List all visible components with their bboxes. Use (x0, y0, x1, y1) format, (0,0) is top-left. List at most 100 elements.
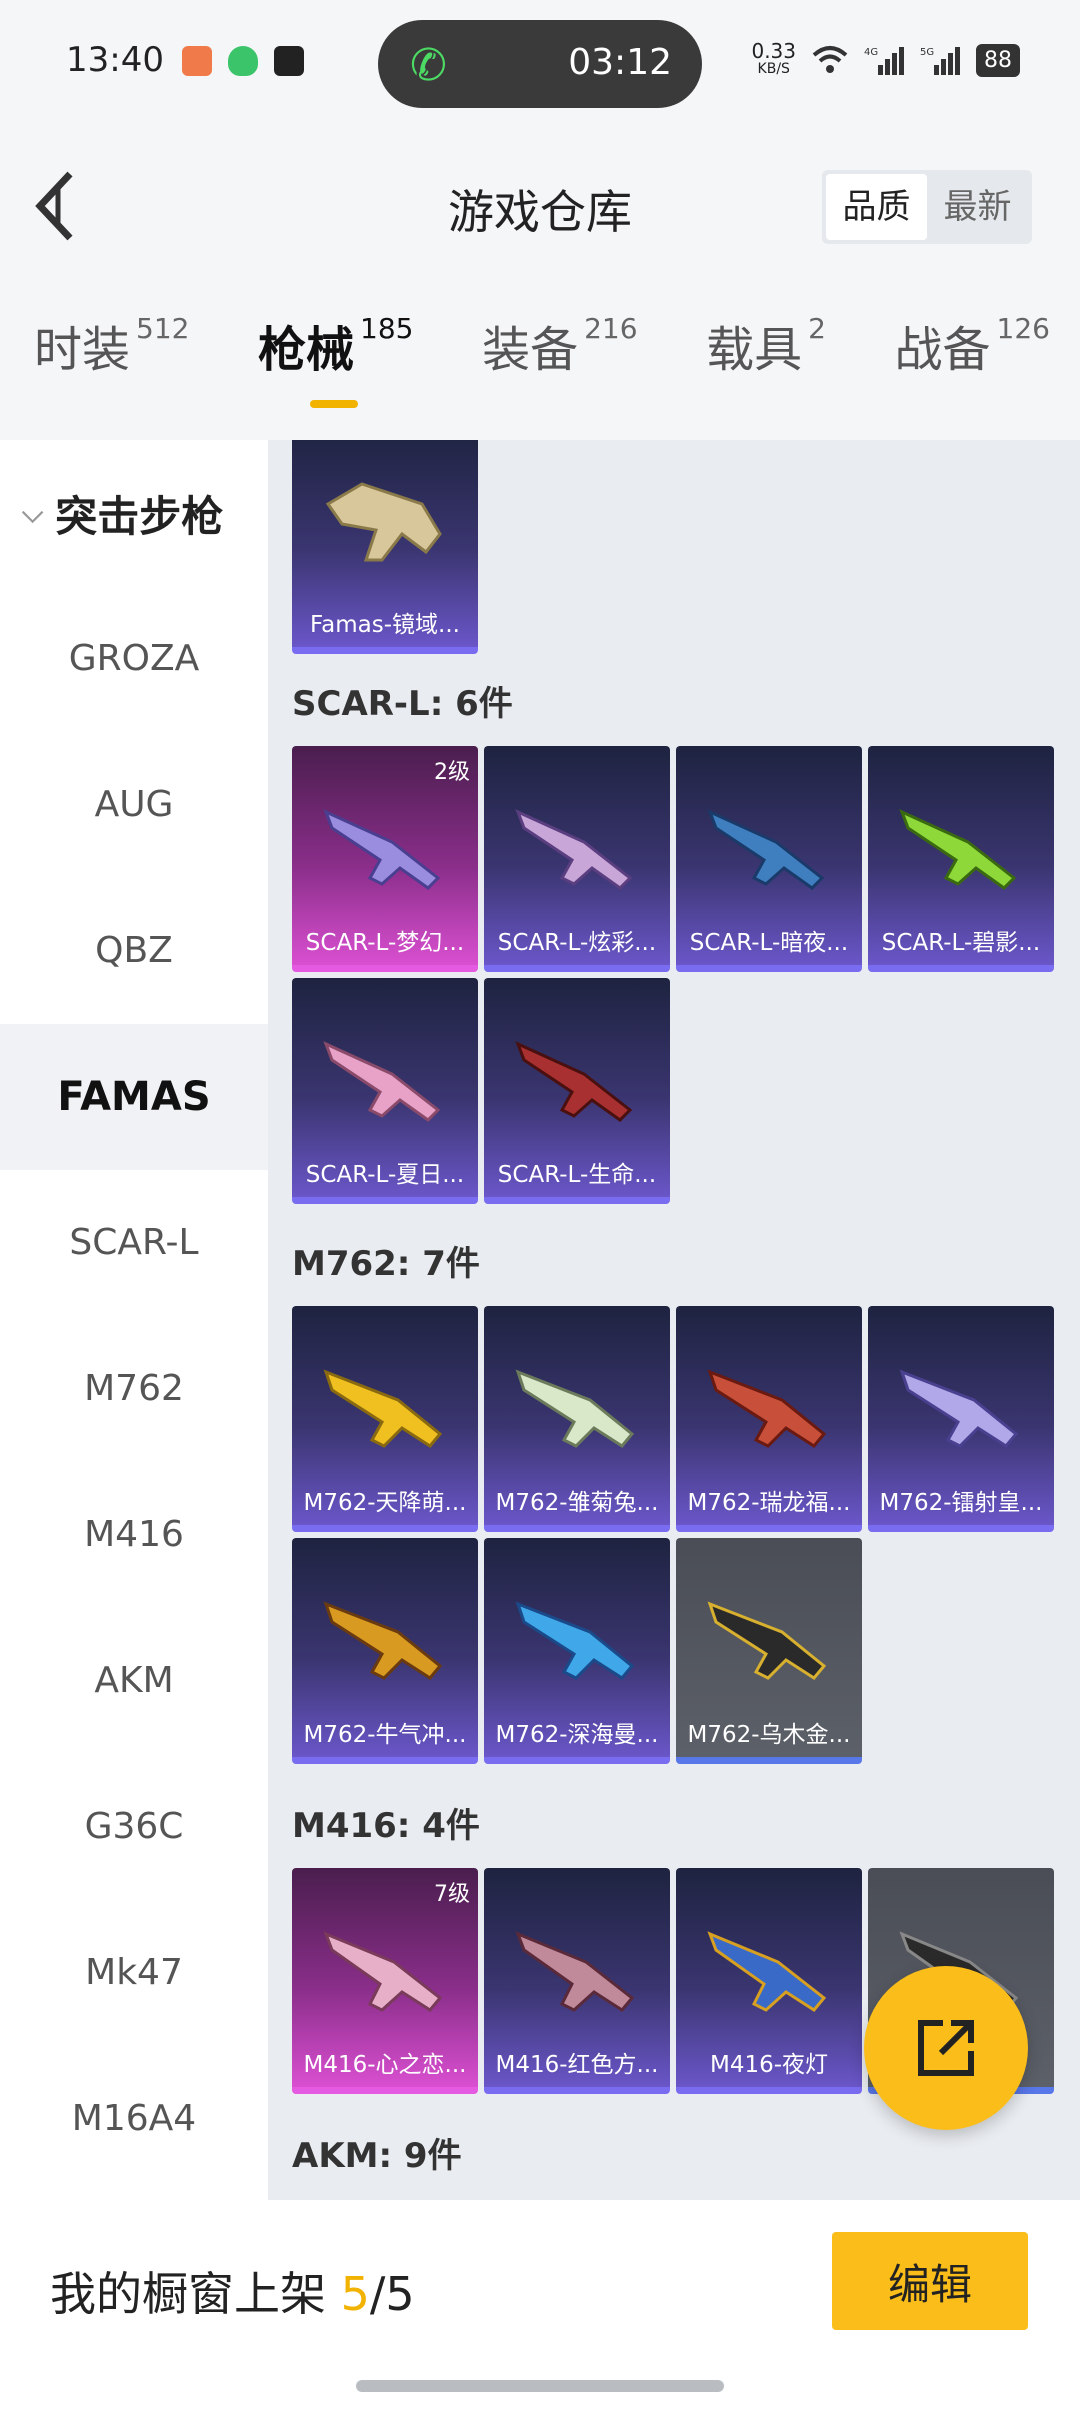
tab-label: 枪械 (258, 322, 355, 378)
weapon-card[interactable]: M762-乌木金... (676, 1538, 862, 1764)
weapon-skin-icon (515, 1369, 635, 1448)
phone-icon: ✆ (410, 40, 447, 91)
svg-text:4G: 4G (864, 47, 878, 58)
weapon-skin-icon (515, 1601, 635, 1680)
tab-costume[interactable]: 时装 512 (34, 310, 189, 440)
weapon-skin-icon (515, 1931, 635, 2012)
sidebar-item-famas[interactable]: FAMAS (0, 1024, 268, 1170)
sidebar-item-m762[interactable]: M762 (0, 1316, 268, 1462)
weapon-card-name: M416-夜灯 (709, 2052, 829, 2078)
showcase-total: 5 (385, 2267, 415, 2321)
sidebar-item-m16a4[interactable]: M16A4 (0, 2046, 268, 2192)
weapon-skin-icon (707, 1369, 827, 1448)
sidebar-category-assault-rifle[interactable]: ⌵ 突击步枪 (0, 440, 268, 586)
weapon-card-name: SCAR-L-夏日... (305, 1162, 465, 1188)
net-speed-unit: KB/S (757, 61, 790, 77)
weapon-list: Famas-镜域... SCAR-L: 6件 2级 SCAR-L-梦幻... S… (268, 440, 1080, 2200)
famas-grid: Famas-镜域... (292, 440, 1054, 654)
weapon-card[interactable]: M762-牛气冲... (292, 1538, 478, 1764)
wifi-icon (812, 46, 848, 73)
weapon-card[interactable]: SCAR-L-夏日... (292, 978, 478, 1204)
weapon-card[interactable]: SCAR-L-炫彩... (484, 746, 670, 972)
tab-equipment[interactable]: 装备 216 (482, 310, 637, 440)
tab-label: 时装 (34, 322, 131, 378)
sidebar-item-qbz[interactable]: QBZ (0, 878, 268, 1024)
tab-count: 216 (584, 312, 638, 345)
weapon-skin-icon (899, 809, 1017, 890)
weapon-card[interactable]: M762-雏菊兔... (484, 1306, 670, 1532)
weapon-skin-icon (707, 809, 825, 890)
sidebar-item-aug[interactable]: AUG (0, 732, 268, 878)
net-speed: 0.33 KB/S (751, 39, 796, 78)
ongoing-call-pill[interactable]: ✆ 03:12 (378, 20, 702, 108)
sort-newest-button[interactable]: 最新 (927, 174, 1028, 240)
tab-vehicles[interactable]: 载具 2 (706, 310, 826, 440)
weapon-card[interactable]: M416-红色方... (484, 1868, 670, 2094)
signal-5g-icon: 5G (920, 47, 960, 75)
weapon-skin-icon (323, 1041, 441, 1122)
weapon-skin-icon (515, 1041, 633, 1122)
weapon-card[interactable]: M762-深海曼... (484, 1538, 670, 1764)
share-external-icon (918, 2020, 974, 2076)
tab-firearms[interactable]: 枪械 185 (258, 310, 413, 440)
weapon-skin-icon (707, 1601, 827, 1680)
tab-count: 185 (360, 312, 414, 345)
showcase-separator: / (369, 2267, 386, 2321)
sidebar-item-g36c[interactable]: G36C (0, 1754, 268, 1900)
weapon-card-name: SCAR-L-暗夜... (689, 930, 849, 956)
weapon-skin-icon (323, 1601, 443, 1680)
sidebar-item-m416[interactable]: M416 (0, 1462, 268, 1608)
weapon-card-name: M762-天降萌... (303, 1490, 467, 1516)
sidebar-item-scar-l[interactable]: SCAR-L (0, 1170, 268, 1316)
sidebar-item-groza[interactable]: GROZA (0, 586, 268, 732)
sidebar-item-akm[interactable]: AKM (0, 1608, 268, 1754)
weapon-skin-icon (325, 482, 442, 562)
tab-label: 战备 (894, 322, 991, 378)
showcase-label: 我的橱窗上架 (50, 2267, 326, 2321)
weapon-card[interactable]: SCAR-L-生命... (484, 978, 670, 1204)
weapon-card[interactable]: Famas-镜域... (292, 440, 478, 654)
sidebar-item-mk47[interactable]: Mk47 (0, 1900, 268, 2046)
game-app-icon (182, 46, 212, 76)
weapon-skin-icon (899, 1369, 1019, 1448)
weapon-card[interactable]: SCAR-L-暗夜... (676, 746, 862, 972)
weapon-card-name: M416-红色方... (495, 2052, 659, 2078)
sort-quality-button[interactable]: 品质 (826, 174, 927, 240)
tab-count: 2 (808, 312, 826, 345)
svg-text:5G: 5G (920, 47, 934, 58)
scar-l-grid: 2级 SCAR-L-梦幻... SCAR-L-炫彩... SCAR-L-暗夜..… (292, 746, 1054, 1204)
net-speed-value: 0.33 (751, 39, 796, 63)
status-right-icons: 0.33 KB/S 4G 5G 88 (751, 39, 1020, 78)
status-bar: 13:40 ✆ 03:12 0.33 KB/S 4G 5G 88 (0, 0, 1080, 130)
weapon-card[interactable]: M762-天降萌... (292, 1306, 478, 1532)
weapon-card[interactable]: 7级 M416-心之恋... (292, 1868, 478, 2094)
weapon-card[interactable]: SCAR-L-碧影... (868, 746, 1054, 972)
weapon-skin-icon (323, 1931, 443, 2012)
showcase-count: 5 (340, 2267, 370, 2321)
home-indicator[interactable] (356, 2380, 724, 2392)
weapon-card-name: SCAR-L-生命... (497, 1162, 657, 1188)
weapon-card[interactable]: M416-夜灯 (676, 1868, 862, 2094)
tab-supplies[interactable]: 战备 126 (895, 310, 1050, 440)
weapon-card-name: M762-牛气冲... (303, 1722, 467, 1748)
edit-button[interactable]: 编辑 (832, 2232, 1028, 2330)
page-header: 游戏仓库 品质 最新 (0, 130, 1080, 280)
sidebar-category-label: 突击步枪 (55, 491, 224, 541)
weapon-card-name: SCAR-L-碧影... (881, 930, 1041, 956)
section-title-m762: M762: 7件 (292, 1244, 480, 1284)
weapon-card-name: SCAR-L-梦幻... (305, 930, 465, 956)
sort-toggle: 品质 最新 (822, 170, 1032, 244)
call-duration: 03:12 (568, 42, 672, 83)
share-fab-button[interactable] (864, 1966, 1028, 2130)
status-time: 13:40 (66, 40, 164, 80)
weapon-card[interactable]: M762-瑞龙福... (676, 1306, 862, 1532)
weapon-card[interactable]: 2级 SCAR-L-梦幻... (292, 746, 478, 972)
weapon-card-name: SCAR-L-炫彩... (497, 930, 657, 956)
active-tab-indicator (310, 400, 358, 408)
weapon-card[interactable]: M762-镭射皇... (868, 1306, 1054, 1532)
signal-4g-icon: 4G (864, 47, 904, 75)
notification-icons (182, 46, 304, 76)
bottom-bar: 我的橱窗上架 5/5 编辑 (0, 2200, 1080, 2414)
weapon-skin-icon (323, 809, 441, 890)
weapon-card-name: M762-瑞龙福... (687, 1490, 851, 1516)
